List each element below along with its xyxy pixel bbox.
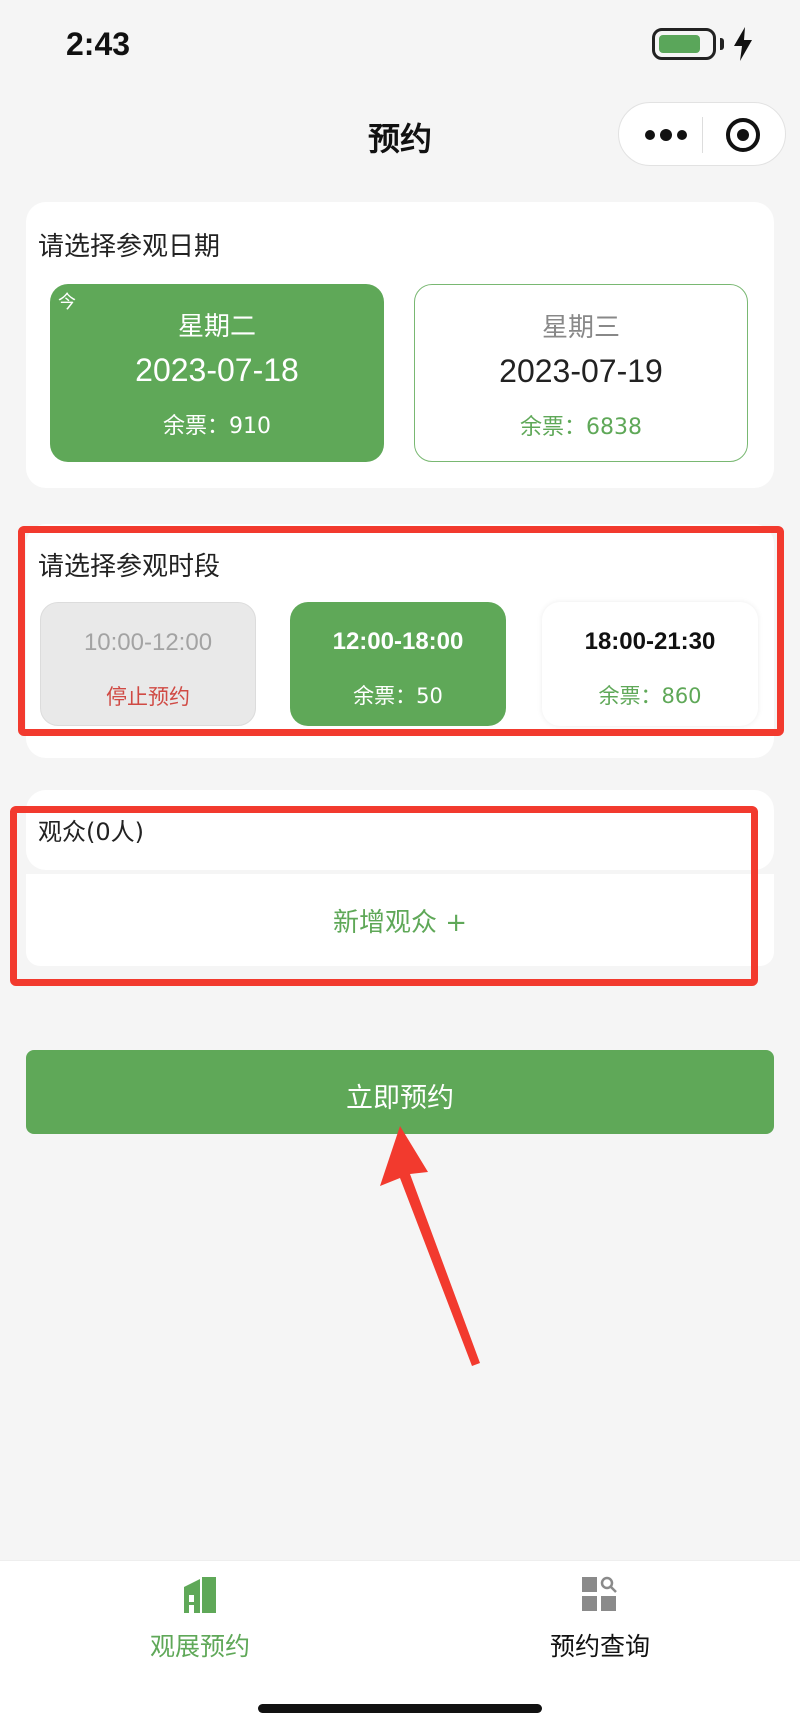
audience-card: 观众(0人) — [26, 790, 774, 870]
capsule-divider — [702, 117, 703, 153]
book-now-button[interactable]: 立即预约 — [26, 1050, 774, 1134]
date-value: 2023-07-19 — [499, 353, 663, 389]
date-weekday: 星期二 — [177, 312, 256, 342]
tab-exhibition-booking[interactable]: 观展预约 — [0, 1575, 400, 1675]
slot-stock: 余票：860 — [598, 684, 702, 708]
more-dots-icon[interactable] — [641, 121, 691, 149]
date-value: 2023-07-18 — [135, 352, 299, 388]
home-indicator — [258, 1704, 542, 1713]
tab-label: 预约查询 — [549, 1632, 650, 1661]
book-now-label: 立即预约 — [346, 1083, 454, 1114]
target-close-icon[interactable] — [723, 115, 763, 155]
audience-title: 观众(0人) — [38, 818, 144, 846]
building-icon — [184, 1577, 216, 1613]
tab-booking-query[interactable]: 预约查询 — [400, 1575, 800, 1675]
slot-status: 停止预约 — [106, 685, 190, 709]
slot-section-title: 请选择参观时段 — [38, 552, 221, 582]
slot-stock: 余票：50 — [353, 684, 443, 708]
charging-bolt-icon — [734, 27, 752, 61]
grid-search-icon — [582, 1576, 617, 1611]
battery-level — [659, 35, 700, 53]
date-option-0718[interactable]: 今 星期二 2023-07-18 余票：910 — [50, 284, 384, 462]
time-slot-18-2130[interactable]: 18:00-21:30 余票：860 — [542, 602, 758, 726]
date-weekday: 星期三 — [541, 313, 620, 343]
nav-bar: 预约 — [0, 90, 800, 178]
time-slot-12-18[interactable]: 12:00-18:00 余票：50 — [290, 602, 506, 726]
battery-nub — [720, 38, 724, 50]
slot-time: 18:00-21:30 — [584, 628, 716, 655]
date-section-title: 请选择参观日期 — [38, 232, 221, 262]
date-selection-card: 请选择参观日期 今 星期二 2023-07-18 余票：910 星期三 2023… — [26, 202, 774, 488]
annotation-arrow — [380, 1126, 480, 1366]
tab-label: 观展预约 — [149, 1632, 250, 1661]
status-bar: 2:43 — [0, 0, 800, 90]
add-audience-label: 新增观众 + — [332, 908, 468, 938]
time-slot-card: 请选择参观时段 10:00-12:00 停止预约 12:00-18:00 余票：… — [26, 524, 774, 758]
status-time: 2:43 — [66, 26, 131, 62]
miniprogram-capsule — [618, 102, 786, 166]
slot-time: 12:00-18:00 — [332, 628, 464, 655]
date-stock: 余票：910 — [163, 414, 271, 439]
slot-time: 10:00-12:00 — [83, 629, 213, 656]
date-option-0719[interactable]: 星期三 2023-07-19 余票：6838 — [414, 284, 748, 462]
battery-icon — [652, 28, 716, 60]
add-audience-button[interactable]: 新增观众 + — [26, 874, 774, 966]
date-stock: 余票：6838 — [520, 415, 642, 440]
time-slot-10-12[interactable]: 10:00-12:00 停止预约 — [40, 602, 256, 726]
